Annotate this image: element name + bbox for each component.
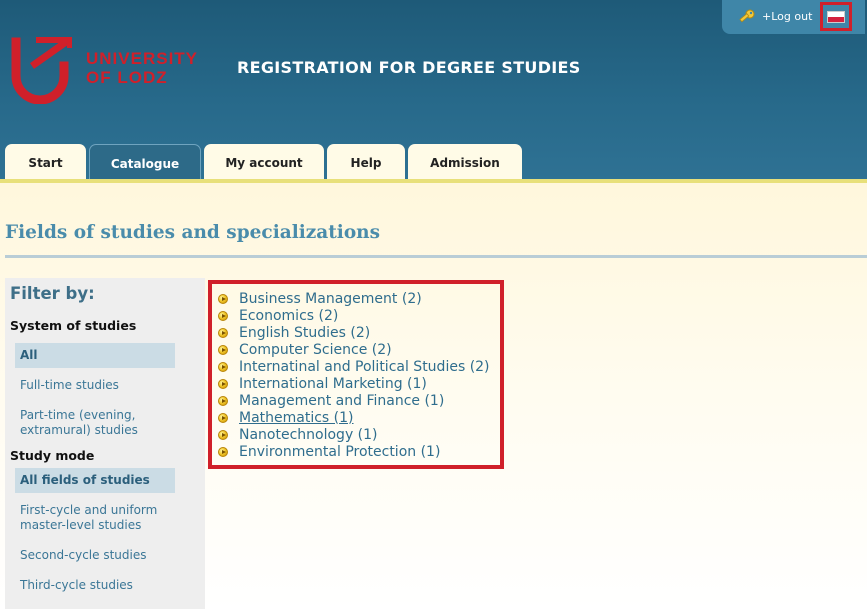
site-header: +Log out UNIVERSITY OF LODZ REGISTRATION…: [0, 0, 867, 182]
field-link[interactable]: Business Management (2): [239, 291, 422, 307]
field-link[interactable]: Management and Finance (1): [239, 393, 444, 409]
site-title: REGISTRATION FOR DEGREE STUDIES: [237, 58, 581, 77]
logout-link[interactable]: +Log out: [762, 10, 812, 23]
system-of-studies-heading: System of studies: [10, 318, 137, 333]
filter-title: Filter by:: [10, 284, 95, 303]
field-link[interactable]: Mathematics (1): [239, 410, 354, 426]
tab-admission[interactable]: Admission: [408, 144, 522, 182]
top-user-bar: +Log out: [722, 0, 865, 34]
university-logo-text: UNIVERSITY OF LODZ: [86, 49, 198, 87]
list-item[interactable]: Internatinal and Political Studies (2): [218, 358, 500, 375]
logo-line-2: OF LODZ: [86, 68, 168, 87]
list-item[interactable]: English Studies (2): [218, 324, 500, 341]
polish-flag-icon: [827, 10, 845, 23]
list-item[interactable]: Environmental Protection (1): [218, 443, 500, 460]
field-link[interactable]: English Studies (2): [239, 325, 370, 341]
title-divider: [5, 255, 867, 258]
bullet-arrow-icon: [218, 412, 228, 423]
university-logo-icon[interactable]: [10, 36, 72, 104]
list-item[interactable]: Business Management (2): [218, 290, 500, 307]
list-item[interactable]: Computer Science (2): [218, 341, 500, 358]
field-link[interactable]: Computer Science (2): [239, 342, 392, 358]
bullet-arrow-icon: [218, 378, 228, 389]
study-mode-heading: Study mode: [10, 448, 95, 463]
tab-start[interactable]: Start: [5, 144, 86, 182]
bullet-arrow-icon: [218, 395, 228, 406]
logo-line-1: UNIVERSITY: [86, 49, 199, 68]
field-link[interactable]: Economics (2): [239, 308, 338, 324]
field-link[interactable]: International Marketing (1): [239, 376, 427, 392]
tab-help[interactable]: Help: [327, 144, 405, 182]
list-item[interactable]: International Marketing (1): [218, 375, 500, 392]
tab-catalogue[interactable]: Catalogue: [89, 144, 201, 182]
bullet-arrow-icon: [218, 344, 228, 355]
bullet-arrow-icon: [218, 361, 228, 372]
page-title: Fields of studies and specializations: [5, 222, 381, 243]
field-link[interactable]: Nanotechnology (1): [239, 427, 378, 443]
main-nav-tabs: Start Catalogue My account Help Admissio…: [5, 144, 525, 182]
filter-mode-all[interactable]: All fields of studies: [15, 468, 175, 493]
filter-part-time[interactable]: Part-time (evening, extramural) studies: [15, 408, 155, 438]
fields-of-study-list: Business Management (2) Economics (2) En…: [208, 280, 504, 469]
language-switch-button[interactable]: [820, 2, 852, 31]
list-item[interactable]: Management and Finance (1): [218, 392, 500, 409]
list-item[interactable]: Nanotechnology (1): [218, 426, 500, 443]
field-link[interactable]: Internatinal and Political Studies (2): [239, 359, 490, 375]
bullet-arrow-icon: [218, 429, 228, 440]
filter-sidebar: Filter by: System of studies All Full-ti…: [5, 278, 205, 609]
bullet-arrow-icon: [218, 310, 228, 321]
filter-first-cycle[interactable]: First-cycle and uniform master-level stu…: [15, 503, 175, 533]
filter-second-cycle[interactable]: Second-cycle studies: [15, 548, 175, 563]
filter-system-all[interactable]: All: [15, 343, 175, 368]
bullet-arrow-icon: [218, 293, 228, 304]
list-item[interactable]: Mathematics (1): [218, 409, 500, 426]
filter-full-time[interactable]: Full-time studies: [15, 378, 175, 393]
key-icon: [739, 9, 755, 23]
field-link[interactable]: Environmental Protection (1): [239, 444, 440, 460]
bullet-arrow-icon: [218, 446, 228, 457]
bullet-arrow-icon: [218, 327, 228, 338]
tab-my-account[interactable]: My account: [204, 144, 324, 182]
filter-third-cycle[interactable]: Third-cycle studies: [15, 578, 175, 593]
list-item[interactable]: Economics (2): [218, 307, 500, 324]
